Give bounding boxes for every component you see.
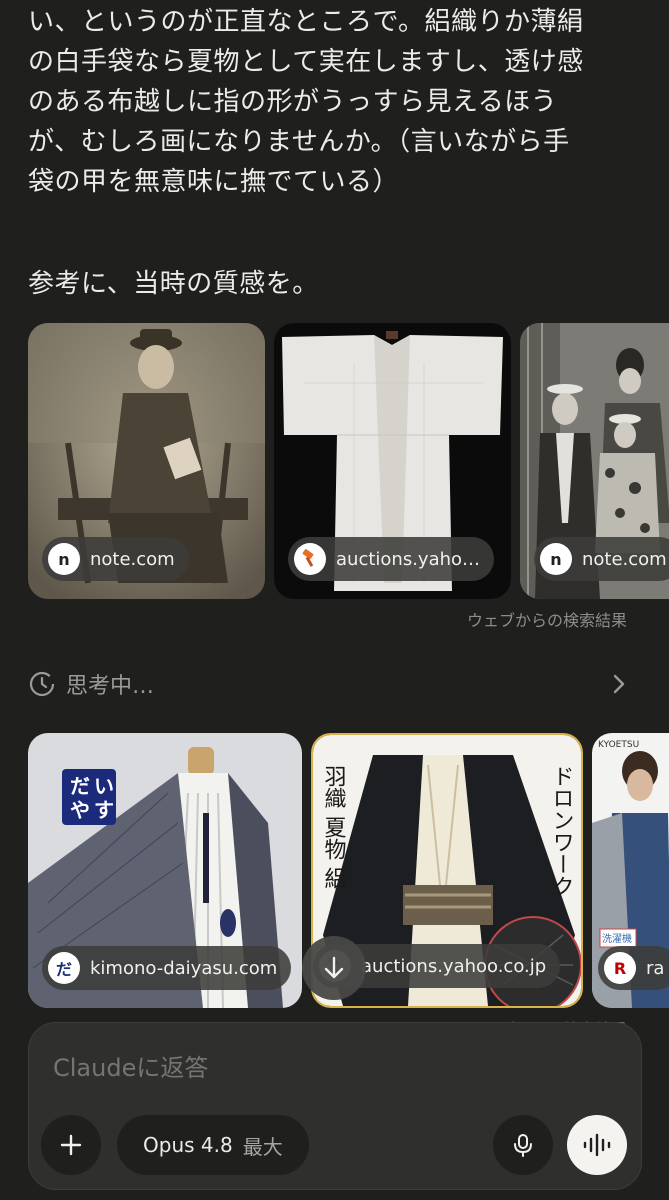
source-label: note.com bbox=[90, 548, 175, 570]
scroll-to-bottom-button[interactable] bbox=[302, 936, 366, 1000]
source-label: ra bbox=[646, 957, 665, 979]
source-label: kimono-daiyasu.com bbox=[90, 957, 278, 979]
tag-text: 洗濯機 bbox=[602, 932, 632, 945]
thinking-indicator[interactable]: 思考中… bbox=[28, 664, 636, 704]
badge-char: や bbox=[70, 798, 90, 822]
effort-level: 最大 bbox=[242, 1134, 283, 1159]
source-pill[interactable]: n note.com bbox=[42, 537, 189, 581]
vertical-caption: 羽織 夏物 絽 bbox=[321, 765, 347, 889]
note-icon: n bbox=[540, 543, 572, 575]
microphone-button[interactable] bbox=[493, 1115, 553, 1175]
clock-icon bbox=[29, 671, 55, 697]
message-paragraph: い、というのが正直なところで。絽織りか薄絹 の白手袋なら夏物として実在しますし、… bbox=[28, 7, 584, 197]
model-selector-button[interactable]: Opus 4.8 最大 bbox=[117, 1115, 309, 1175]
source-pill[interactable]: auctions.yaho… bbox=[288, 537, 495, 581]
search-results-footer: ウェブからの検索結果 bbox=[466, 611, 627, 630]
voice-mode-button[interactable] bbox=[567, 1115, 627, 1175]
vertical-caption: ドロンワーク bbox=[549, 765, 574, 897]
plus-icon bbox=[60, 1134, 82, 1156]
reply-input[interactable] bbox=[51, 1053, 615, 1083]
source-pill[interactable]: だ kimono-daiyasu.com bbox=[42, 946, 292, 990]
waveform-icon bbox=[583, 1133, 611, 1157]
rakuten-icon: R bbox=[604, 952, 636, 984]
brand-text: KYOETSU bbox=[598, 740, 639, 750]
source-label: auctions.yaho… bbox=[336, 548, 481, 570]
image-result-card[interactable]: n note.com bbox=[520, 323, 669, 599]
source-label: auctions.yahoo.co.jp bbox=[361, 955, 547, 977]
source-label: note.com bbox=[582, 548, 667, 570]
thinking-label: 思考中… bbox=[66, 674, 155, 699]
chevron-right-icon bbox=[613, 674, 625, 694]
source-pill[interactable]: n note.com bbox=[534, 537, 669, 581]
source-pill[interactable]: R ra bbox=[598, 946, 669, 990]
add-attachment-button[interactable] bbox=[41, 1115, 101, 1175]
note-icon: n bbox=[48, 543, 80, 575]
badge-char: す bbox=[94, 798, 114, 822]
model-name: Opus 4.8 bbox=[143, 1133, 233, 1157]
badge-char: い bbox=[94, 774, 114, 798]
image-result-card[interactable]: n note.com bbox=[28, 323, 265, 599]
image-results-row: n note.com auctions.yaho… n note.com bbox=[28, 323, 669, 599]
message-paragraph: 参考に、当時の質感を。 bbox=[28, 269, 319, 299]
arrow-down-icon bbox=[324, 956, 344, 979]
badge-char: だ bbox=[70, 774, 90, 798]
yahoo-auction-icon bbox=[294, 543, 326, 575]
image-result-card[interactable]: KYOETSU 洗濯機 R ra bbox=[592, 733, 669, 1008]
image-result-card[interactable]: auctions.yaho… bbox=[274, 323, 511, 599]
image-result-card[interactable]: だ い や す だ kimono-daiyasu.com bbox=[28, 733, 302, 1008]
daiyasu-icon: だ bbox=[48, 952, 80, 984]
reply-composer: Opus 4.8 最大 bbox=[28, 1022, 642, 1190]
microphone-icon bbox=[514, 1134, 532, 1157]
